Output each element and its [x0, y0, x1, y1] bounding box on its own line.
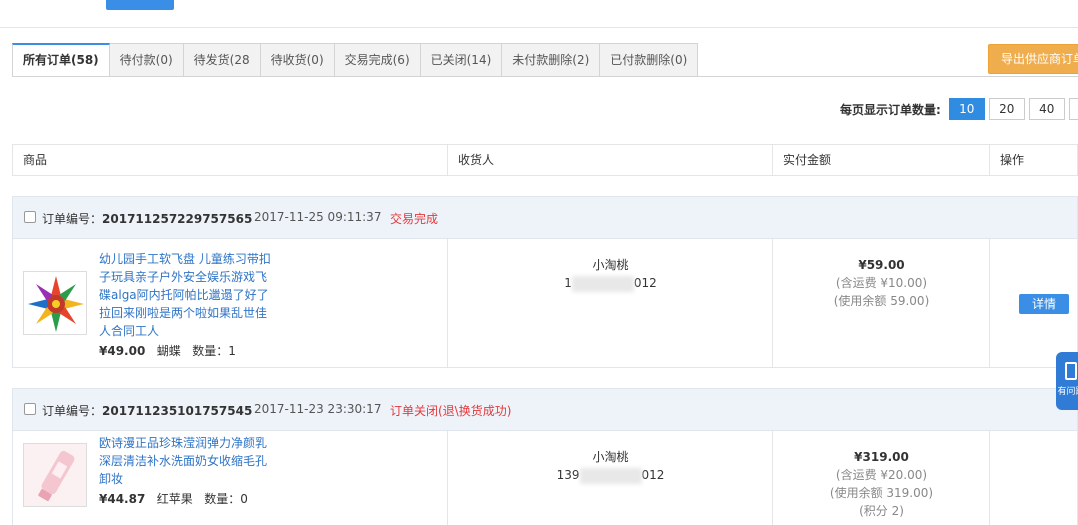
order-number-value: 201711235101757545 — [102, 404, 253, 418]
product-thumbnail[interactable] — [23, 443, 87, 507]
order-number: 订单编号：201711235101757545 — [42, 402, 252, 419]
order-checkbox[interactable] — [24, 211, 36, 223]
redacted-block — [571, 275, 634, 292]
order-number: 订单编号：201711257229757565 — [42, 210, 252, 227]
order-time: 2017-11-25 09:11:37 — [254, 210, 382, 224]
payment-info: ¥59.00 (含运费 ¥10.00) (使用余额 59.00) — [773, 256, 990, 310]
product-meta: ¥49.00 蝴蝶 数量：1 — [99, 342, 236, 359]
top-toolbar — [0, 0, 1078, 28]
floating-help-button[interactable]: 有问题 — [1056, 352, 1078, 410]
order-table-header: 商品 收货人 实付金额 操作 — [12, 144, 1078, 176]
per-page-label: 每页显示订单数量: — [840, 102, 941, 117]
header-paid-amount: 实付金额 — [783, 153, 832, 167]
order-header: 订单编号：201711257229757565 2017-11-25 09:11… — [13, 197, 1077, 239]
floating-help-label: 有问题 — [1057, 387, 1078, 397]
phone-icon — [1065, 362, 1077, 380]
shipping-fee: (含运费 ¥20.00) — [835, 468, 928, 482]
payment-info: ¥319.00 (含运费 ¥20.00) (使用余额 319.00) (积分 2… — [773, 448, 990, 520]
order-card: 订单编号：201711235101757545 2017-11-23 23:30… — [12, 388, 1078, 525]
order-time: 2017-11-23 23:30:17 — [254, 402, 382, 416]
order-status: 交易完成 — [390, 212, 439, 226]
receiver-phone-prefix: 139 — [556, 468, 580, 482]
tab-pending-shipment[interactable]: 待发货(28 — [183, 43, 261, 77]
tab-all-orders[interactable]: 所有订单(58) — [12, 43, 110, 77]
order-card: 订单编号：201711257229757565 2017-11-25 09:11… — [12, 196, 1078, 368]
receiver-info: 小淘桃 1 012 — [448, 256, 773, 292]
per-page-option-50[interactable]: 5 — [1068, 98, 1078, 120]
product-title-link[interactable]: 欧诗漫正品珍珠滢润弹力净颜乳深层清洁补水洗面奶女收缩毛孔卸妆 — [99, 434, 277, 488]
tabs-divider — [12, 76, 1078, 77]
tab-paid-deleted[interactable]: 已付款删除(0) — [600, 43, 699, 77]
product-variant: 红苹果 — [156, 492, 193, 506]
top-action-button[interactable] — [106, 0, 174, 10]
tab-unpaid-deleted[interactable]: 未付款删除(2) — [502, 43, 601, 77]
tab-completed[interactable]: 交易完成(6) — [334, 43, 421, 77]
cleanser-image-icon — [24, 444, 86, 506]
receiver-phone: 1 012 — [448, 274, 773, 292]
order-status-tabs: 所有订单(58) 待付款(0) 待发货(28 待收货(0) 交易完成(6) 已关… — [12, 43, 699, 77]
order-body: 欧诗漫正品珍珠滢润弹力净颜乳深层清洁补水洗面奶女收缩毛孔卸妆 ¥44.87 红苹… — [13, 431, 1077, 525]
points-used: (积分 2) — [859, 504, 904, 518]
product-variant: 蝴蝶 — [156, 344, 181, 358]
shipping-fee: (含运费 ¥10.00) — [835, 276, 928, 290]
product-price: ¥49.00 — [99, 344, 146, 358]
order-number-label: 订单编号： — [42, 404, 103, 418]
receiver-phone-suffix: 012 — [633, 276, 657, 290]
balance-used: (使用余额 319.00) — [829, 486, 934, 500]
order-number-label: 订单编号： — [42, 212, 103, 226]
per-page-option-40[interactable]: 40 — [1028, 98, 1065, 120]
order-status: 订单关闭(退\换货成功) — [390, 404, 512, 418]
order-number-value: 201711257229757565 — [102, 212, 253, 226]
receiver-info: 小淘桃 139 012 — [448, 448, 773, 484]
redacted-block — [579, 467, 642, 484]
header-receiver: 收货人 — [458, 153, 495, 167]
order-header: 订单编号：201711235101757545 2017-11-23 23:30… — [13, 389, 1077, 431]
balance-used: (使用余额 59.00) — [833, 294, 930, 308]
product-price: ¥44.87 — [99, 492, 146, 506]
order-body: 幼儿园手工软飞盘 儿童练习带扣子玩具亲子户外安全娱乐游戏飞碟alga阿内托阿帕比… — [13, 239, 1077, 367]
receiver-name: 小淘桃 — [592, 258, 629, 272]
tab-pending-payment[interactable]: 待付款(0) — [109, 43, 184, 77]
per-page-option-20[interactable]: 20 — [988, 98, 1025, 120]
product-quantity: 数量：1 — [192, 344, 236, 358]
receiver-phone: 139 012 — [448, 466, 773, 484]
product-quantity: 数量：0 — [204, 492, 248, 506]
header-product: 商品 — [23, 153, 48, 167]
paid-amount: ¥319.00 — [854, 450, 909, 464]
per-page-selector: 每页显示订单数量: 10 20 40 5 — [840, 97, 1078, 121]
order-checkbox[interactable] — [24, 403, 36, 415]
receiver-phone-suffix: 012 — [641, 468, 665, 482]
detail-button[interactable]: 详情 — [1019, 294, 1069, 314]
product-meta: ¥44.87 红苹果 数量：0 — [99, 490, 248, 507]
per-page-option-10[interactable]: 10 — [948, 98, 985, 120]
receiver-phone-prefix: 1 — [564, 276, 572, 290]
product-thumbnail[interactable] — [23, 271, 87, 335]
paid-amount: ¥59.00 — [858, 258, 905, 272]
tab-pending-receipt[interactable]: 待收货(0) — [260, 43, 335, 77]
product-title-link[interactable]: 幼儿园手工软飞盘 儿童练习带扣子玩具亲子户外安全娱乐游戏飞碟alga阿内托阿帕比… — [99, 250, 277, 340]
tab-closed[interactable]: 已关闭(14) — [420, 43, 503, 77]
frisbee-image-icon — [28, 276, 84, 332]
header-action: 操作 — [1000, 153, 1025, 167]
receiver-name: 小淘桃 — [592, 450, 629, 464]
export-supplier-orders-button[interactable]: 导出供应商订单 — [988, 44, 1078, 74]
